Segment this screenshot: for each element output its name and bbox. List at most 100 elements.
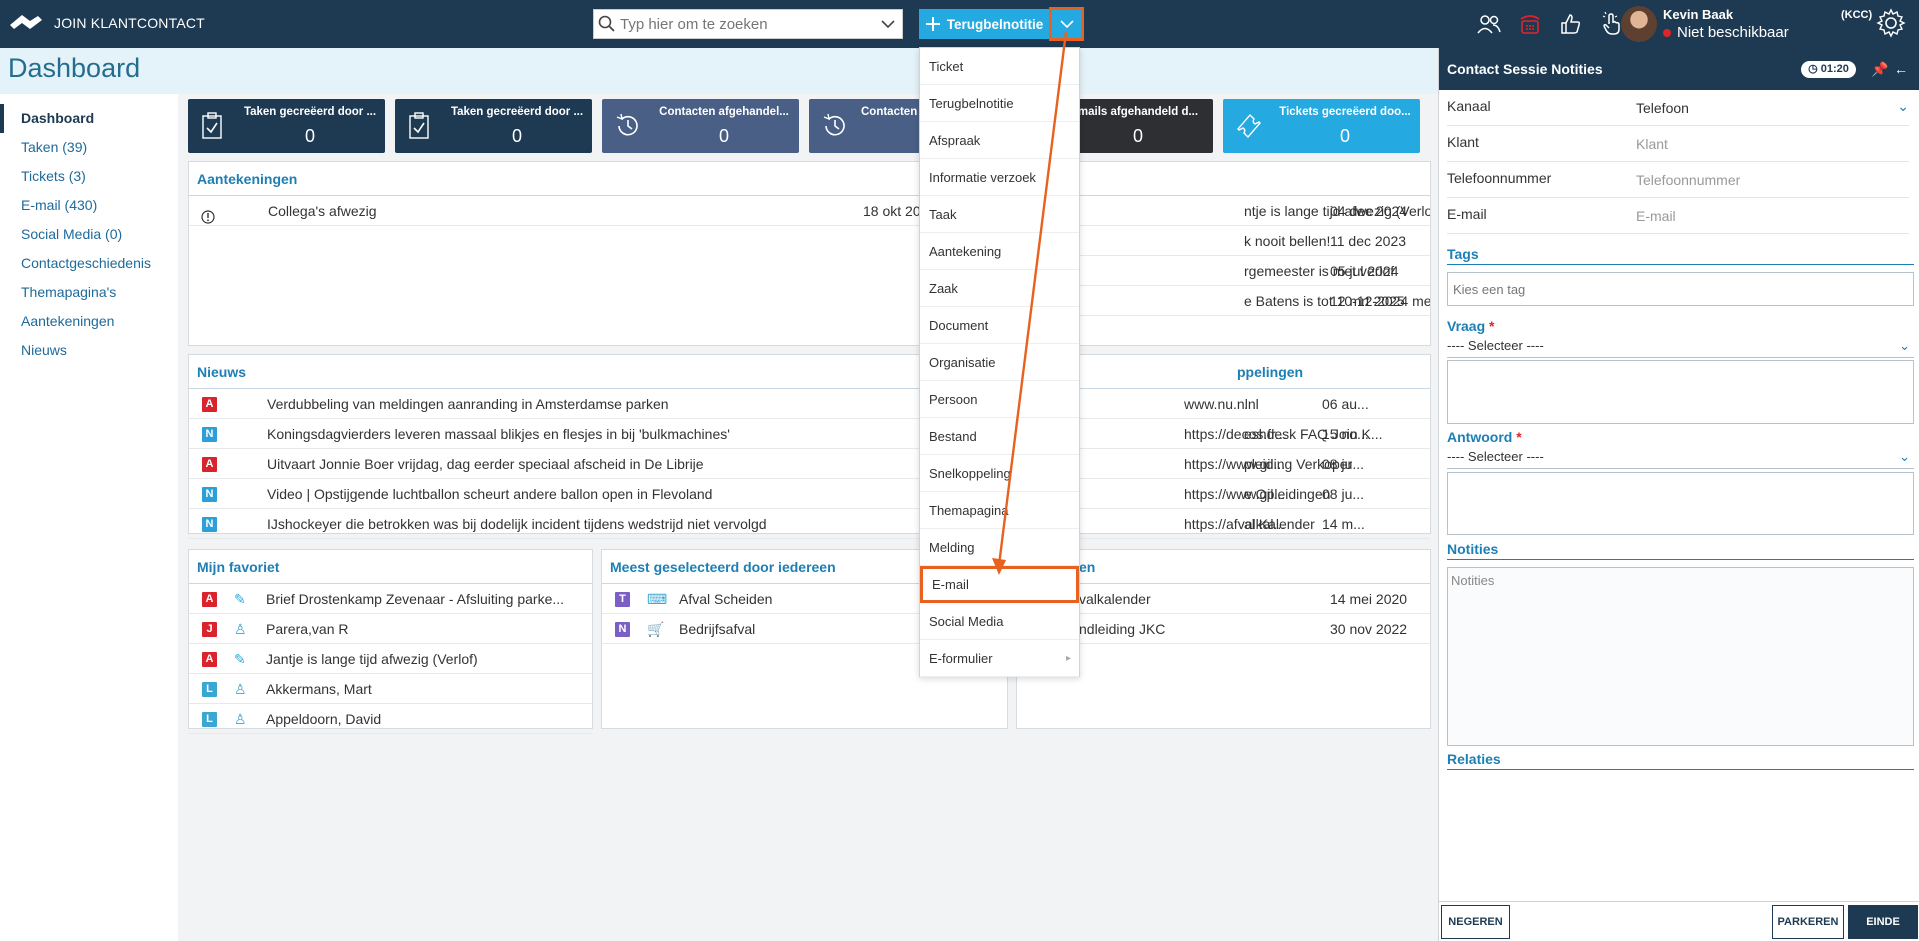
field-telefoonnummer[interactable]: Telefoonnummer Telefoonnummer — [1447, 162, 1909, 198]
sidebar-item-email[interactable]: E-mail (430) — [0, 191, 178, 220]
search-box[interactable] — [593, 9, 903, 39]
tags-label: Tags — [1447, 246, 1914, 265]
chevron-down-icon: ⌄ — [1897, 98, 1909, 114]
search-input[interactable] — [620, 10, 874, 38]
sidebar-item-aantekeningen[interactable]: Aantekeningen — [0, 307, 178, 336]
user-status[interactable]: Niet beschikbaar — [1663, 24, 1789, 41]
tags-input[interactable]: Kies een tag — [1447, 272, 1914, 306]
chevron-down-icon[interactable] — [874, 19, 902, 29]
news-item[interactable]: N IJshockeyer die betrokken was bij dodel… — [189, 509, 937, 539]
avatar — [1621, 6, 1657, 42]
favoriet-panel: Mijn favoriet A ✎ Brief Drostenkamp Zevena… — [188, 549, 593, 734]
vraag-textarea[interactable] — [1447, 360, 1914, 424]
status-dot-icon — [1663, 28, 1671, 37]
news-item[interactable]: N Koningsdagvierders leveren massaal blik… — [189, 419, 937, 449]
field-klant[interactable]: Klant Klant — [1447, 126, 1909, 162]
keyboard-icon: ⌨ — [647, 591, 668, 607]
antwoord-textarea[interactable] — [1447, 472, 1914, 535]
menu-item-aantekening[interactable]: Aantekening — [920, 233, 1079, 270]
panel-title: Nieuws — [189, 355, 937, 389]
gear-icon[interactable] — [1876, 8, 1906, 43]
stat-card[interactable]: Contacten afgehandel... 0 — [602, 99, 799, 153]
favorite-item[interactable]: L ♙ Appeldoorn, David — [189, 704, 592, 734]
menu-item-organisatie[interactable]: Organisatie — [920, 344, 1079, 381]
edit-icon: ✎ — [234, 591, 246, 607]
edit-icon: ✎ — [234, 651, 246, 667]
user-name: Kevin Baak — [1663, 7, 1734, 22]
antwoord-label: Antwoord * — [1447, 429, 1522, 445]
new-item-dropdown-button[interactable] — [1049, 7, 1084, 41]
panel-title: Aantekeningen — [189, 162, 937, 196]
news-item[interactable]: A Verdubbeling van meldingen aanranding i… — [189, 389, 937, 419]
news-item[interactable]: N Video | Opstijgende luchtballon scheurt… — [189, 479, 937, 509]
favorite-item[interactable]: A ✎ Brief Drostenkamp Zevenaar - Afsluitin… — [189, 584, 592, 614]
end-button[interactable]: EINDE — [1848, 905, 1918, 939]
news-item[interactable]: A Uitvaart Jonnie Boer vrijdag, dag eerde… — [189, 449, 937, 479]
field-email[interactable]: E-mail E-mail — [1447, 198, 1909, 234]
antwoord-select[interactable]: ---- Selecteer ---- ⌄ — [1447, 449, 1914, 469]
ignore-button[interactable]: NEGEREN — [1441, 905, 1510, 939]
pin-icon[interactable]: 📌 — [1871, 48, 1888, 90]
menu-item-afspraak[interactable]: Afspraak — [920, 122, 1079, 159]
menu-item-eformulier[interactable]: E-formulier ▸ — [920, 640, 1079, 677]
sidebar-item-dashboard[interactable]: Dashboard — [0, 104, 178, 133]
thumbs-up-icon[interactable] — [1557, 10, 1585, 38]
park-button[interactable]: PARKEREN — [1772, 905, 1844, 939]
contact-session-panel: Contact Sessie Notities ◷ 01:20 📌 ← Kana… — [1438, 48, 1919, 941]
plus-icon — [925, 17, 940, 31]
menu-item-informatie-verzoek[interactable]: Informatie verzoek — [920, 159, 1079, 196]
field-kanaal[interactable]: Kanaal Telefoon ⌄ — [1447, 90, 1909, 126]
menu-item-terugbelnotitie[interactable]: Terugbelnotitie — [920, 85, 1079, 122]
panel-title: Mijn favoriet — [189, 550, 592, 584]
clipboard-check-icon — [200, 112, 224, 145]
sidebar-item-tickets[interactable]: Tickets (3) — [0, 162, 178, 191]
sidebar-item-nieuws[interactable]: Nieuws — [0, 336, 178, 365]
menu-item-bestand[interactable]: Bestand — [920, 418, 1079, 455]
relaties-label: Relaties — [1447, 751, 1914, 770]
aantekeningen-panel: Aantekeningen Collega's afwezig 18 okt 2… — [188, 161, 938, 346]
org-label: (KCC) — [1841, 9, 1873, 21]
stat-card[interactable]: Tickets gecreëerd doo... 0 — [1223, 99, 1420, 153]
dashboard-content: Taken gecreëerd door ... 0 Taken gecreëer… — [178, 94, 1438, 941]
favorite-item[interactable]: A ✎ Jantje is lange tijd afwezig (Verlof) — [189, 644, 592, 674]
menu-item-social-media[interactable]: Social Media — [920, 603, 1079, 640]
menu-item-taak[interactable]: Taak — [920, 196, 1079, 233]
menu-item-melding[interactable]: Melding — [920, 529, 1079, 566]
chevron-down-icon — [1059, 20, 1074, 29]
app-logo[interactable]: JOIN KLANTCONTACT — [8, 11, 205, 35]
user-menu[interactable]: Kevin Baak Niet beschikbaar (KCC) — [1621, 5, 1911, 43]
app-name: JOIN KLANTCONTACT — [54, 15, 205, 31]
new-item-menu: Ticket Terugbelnotitie Afspraak Informat… — [919, 47, 1080, 677]
vraag-label: Vraag * — [1447, 318, 1495, 334]
menu-item-document[interactable]: Document — [920, 307, 1079, 344]
nieuws-panel: Nieuws A Verdubbeling van meldingen aanra… — [188, 354, 938, 539]
favorite-item[interactable]: J ♙ Parera,van R — [189, 614, 592, 644]
person-icon: ♙ — [234, 711, 247, 727]
menu-item-themapagina[interactable]: Themapagina — [920, 492, 1079, 529]
phone-icon[interactable] — [1516, 10, 1544, 38]
menu-item-snelkoppeling[interactable]: Snelkoppeling — [920, 455, 1079, 492]
session-footer: NEGEREN PARKEREN EINDE — [1439, 901, 1919, 941]
menu-item-ticket[interactable]: Ticket — [920, 48, 1079, 85]
stat-card[interactable]: Taken gecreëerd door ... 0 — [395, 99, 592, 153]
sidebar-item-themapaginas[interactable]: Themapagina's — [0, 278, 178, 307]
sidebar-item-contactgeschiedenis[interactable]: Contactgeschiedenis — [0, 249, 178, 278]
menu-item-email[interactable]: E-mail — [920, 566, 1079, 603]
sidebar-item-social-media[interactable]: Social Media (0) — [0, 220, 178, 249]
info-icon — [201, 204, 215, 225]
top-bar: JOIN KLANTCONTACT Terugbelnotitie Kevin … — [0, 0, 1919, 48]
notities-textarea[interactable]: Notities — [1447, 567, 1914, 746]
new-callback-note-button[interactable]: Terugbelnotitie — [919, 9, 1049, 39]
vraag-select[interactable]: ---- Selecteer ---- ⌄ — [1447, 338, 1914, 358]
menu-item-zaak[interactable]: Zaak — [920, 270, 1079, 307]
logo-icon — [10, 15, 42, 29]
favorite-item[interactable]: L ♙ Akkermans, Mart — [189, 674, 592, 704]
menu-item-persoon[interactable]: Persoon — [920, 381, 1079, 418]
arrow-left-icon[interactable]: ← — [1894, 48, 1908, 90]
page-header: Dashboard — [0, 48, 1438, 94]
users-icon[interactable] — [1475, 10, 1503, 38]
panel-header: Contact Sessie Notities ◷ 01:20 📌 ← — [1439, 48, 1919, 90]
sidebar-item-taken[interactable]: Taken (39) — [0, 133, 178, 162]
list-item[interactable]: Collega's afwezig 18 okt 2024 — [189, 196, 937, 226]
stat-card[interactable]: Taken gecreëerd door ... 0 — [188, 99, 385, 153]
